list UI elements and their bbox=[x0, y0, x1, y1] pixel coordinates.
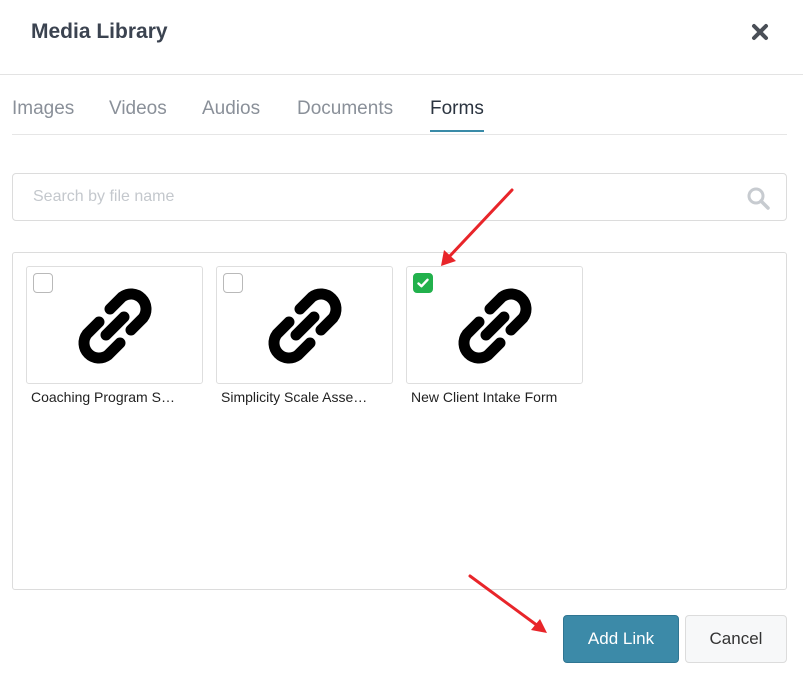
tab-audios[interactable]: Audios bbox=[202, 98, 260, 130]
link-icon bbox=[450, 281, 540, 376]
select-checkbox-checked[interactable] bbox=[413, 273, 433, 293]
media-type-tabs: Images Videos Audios Documents Forms bbox=[12, 88, 787, 135]
media-item-name: Simplicity Scale Asse… bbox=[221, 389, 368, 405]
tab-forms[interactable]: Forms bbox=[430, 98, 484, 132]
media-item-name: Coaching Program S… bbox=[31, 389, 175, 405]
media-card[interactable] bbox=[216, 266, 393, 384]
tab-images[interactable]: Images bbox=[12, 98, 74, 130]
media-item-name: New Client Intake Form bbox=[411, 389, 558, 405]
search-icon[interactable] bbox=[746, 186, 770, 210]
add-link-button[interactable]: Add Link bbox=[563, 615, 679, 663]
select-checkbox[interactable] bbox=[33, 273, 53, 293]
media-card[interactable] bbox=[26, 266, 203, 384]
search-box bbox=[12, 173, 787, 221]
close-icon[interactable] bbox=[744, 16, 776, 48]
select-checkbox[interactable] bbox=[223, 273, 243, 293]
link-icon bbox=[70, 281, 160, 376]
tab-documents[interactable]: Documents bbox=[297, 98, 393, 130]
cancel-button[interactable]: Cancel bbox=[685, 615, 787, 663]
dialog-header: Media Library bbox=[0, 0, 803, 75]
media-card[interactable] bbox=[406, 266, 583, 384]
tab-videos[interactable]: Videos bbox=[109, 98, 167, 130]
dialog-title: Media Library bbox=[31, 20, 168, 43]
arrowhead-add-link bbox=[531, 619, 547, 633]
media-grid: Coaching Program S… Simplicity Scale Ass… bbox=[12, 252, 787, 590]
link-icon bbox=[260, 281, 350, 376]
search-input[interactable] bbox=[13, 174, 733, 220]
